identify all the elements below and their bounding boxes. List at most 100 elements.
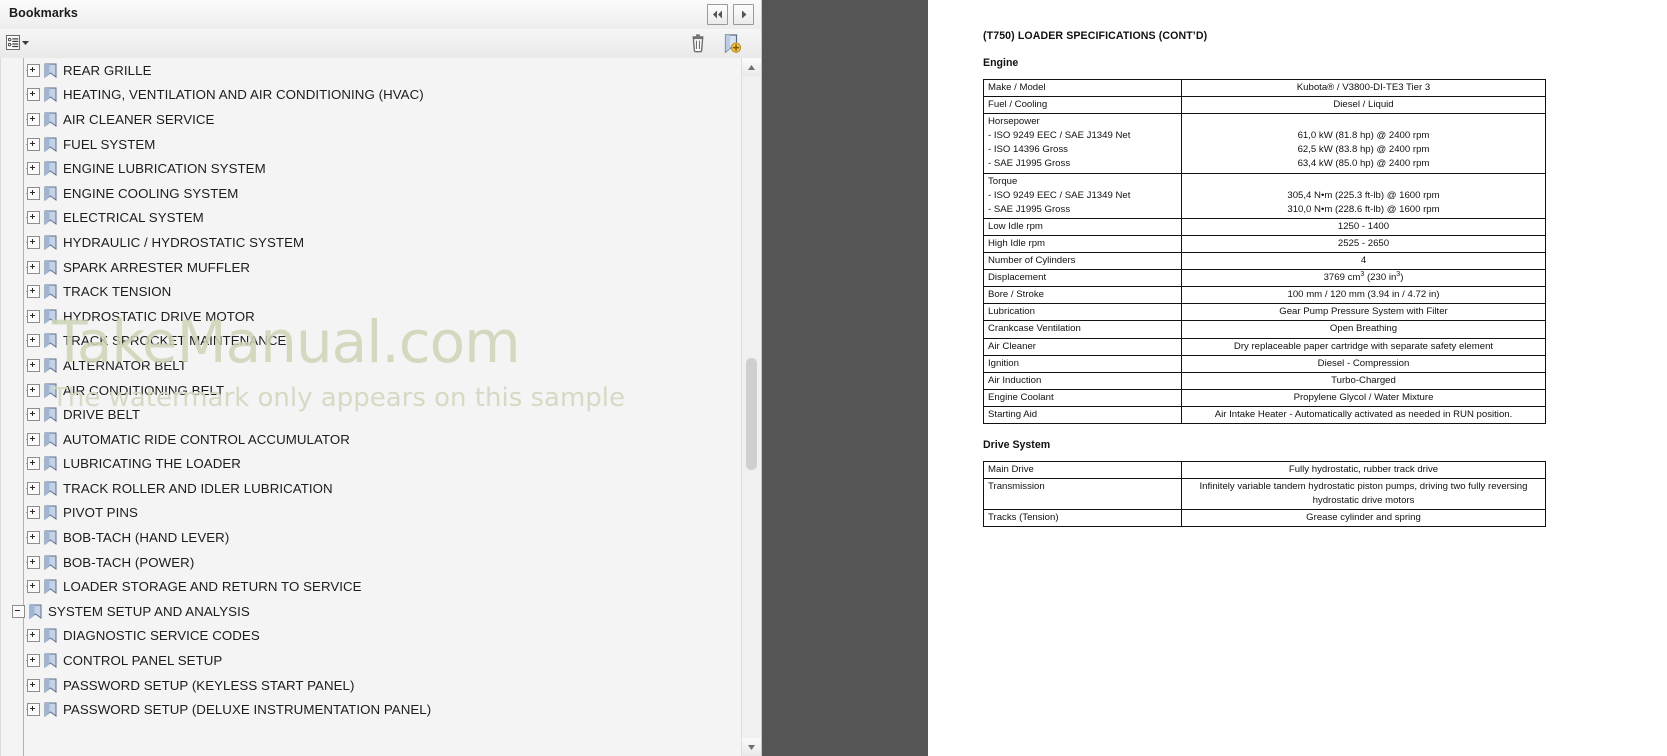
bookmark-item[interactable]: HYDROSTATIC DRIVE MOTOR bbox=[1, 304, 742, 329]
bookmark-item[interactable]: HEATING, VENTILATION AND AIR CONDITIONIN… bbox=[1, 83, 742, 108]
bookmark-item[interactable]: DIAGNOSTIC SERVICE CODES bbox=[1, 624, 742, 649]
expand-toggle-icon[interactable] bbox=[27, 654, 40, 668]
bookmark-item[interactable]: SPARK ARRESTER MUFFLER bbox=[1, 255, 742, 280]
bookmark-ribbon-icon bbox=[44, 260, 57, 275]
bookmark-item[interactable]: CONTROL PANEL SETUP bbox=[1, 648, 742, 673]
new-bookmark-icon[interactable] bbox=[721, 33, 741, 54]
spec-value-cell: 305,4 N•m (225.3 ft-lb) @ 1600 rpm 310,0 … bbox=[1181, 172, 1546, 219]
table-row: Make / Model Kubota® / V3800-DI-TE3 Tier … bbox=[983, 78, 1546, 98]
expand-toggle-icon[interactable] bbox=[27, 112, 40, 126]
expand-toggle-icon[interactable] bbox=[27, 334, 40, 348]
bookmark-item[interactable]: PIVOT PINS bbox=[1, 501, 742, 526]
expand-toggle-icon[interactable] bbox=[27, 629, 40, 643]
expand-toggle-icon[interactable] bbox=[27, 555, 40, 569]
bookmark-label: DIAGNOSTIC SERVICE CODES bbox=[63, 628, 260, 644]
bookmark-item[interactable]: FUEL SYSTEM bbox=[1, 132, 742, 157]
expand-toggle-icon[interactable] bbox=[27, 580, 40, 594]
bookmarks-scroll-region[interactable]: REAR GRILLE HEATING, VENTILATION AND AIR … bbox=[0, 58, 742, 756]
spec-value-cell: Kubota® / V3800-DI-TE3 Tier 3 bbox=[1181, 78, 1546, 98]
bookmark-item[interactable]: ENGINE COOLING SYSTEM bbox=[1, 181, 742, 206]
trash-icon[interactable] bbox=[688, 33, 708, 54]
spec-key-cell: Ignition bbox=[983, 354, 1182, 373]
expand-toggle-icon[interactable] bbox=[27, 678, 40, 692]
expand-toggle-icon[interactable] bbox=[27, 235, 40, 249]
spec-value-cell: Fully hydrostatic, rubber track drive bbox=[1181, 460, 1546, 480]
bookmark-item[interactable]: DRIVE BELT bbox=[1, 402, 742, 427]
spec-key-cell: Lubrication bbox=[983, 303, 1182, 322]
bookmark-ribbon-icon bbox=[44, 284, 57, 300]
bookmark-item[interactable]: ELECTRICAL SYSTEM bbox=[1, 206, 742, 231]
expand-toggle-icon[interactable] bbox=[27, 432, 40, 446]
table-row: Starting Aid Air Intake Heater - Automati… bbox=[983, 405, 1546, 424]
bookmark-ribbon-icon bbox=[44, 653, 57, 669]
table-row: Transmission Infinitely variable tandem h… bbox=[983, 478, 1546, 511]
bookmark-item[interactable]: PASSWORD SETUP (DELUXE INSTRUMENTATION P… bbox=[1, 697, 742, 722]
table-row: Low Idle rpm 1250 - 1400 bbox=[983, 217, 1546, 236]
expand-toggle-icon[interactable] bbox=[27, 285, 40, 299]
bookmark-label: AIR CONDITIONING BELT bbox=[63, 382, 225, 398]
bookmark-ribbon-icon bbox=[44, 579, 57, 595]
bookmark-label: HYDROSTATIC DRIVE MOTOR bbox=[63, 308, 255, 324]
expand-toggle-icon[interactable] bbox=[27, 703, 40, 717]
expand-toggle-icon[interactable] bbox=[27, 137, 40, 151]
bookmark-item[interactable]: TRACK SPROCKET MAINTENANCE bbox=[1, 329, 742, 354]
table-row: Fuel / Cooling Diesel / Liquid bbox=[983, 96, 1546, 115]
expand-toggle-icon[interactable] bbox=[27, 162, 40, 176]
bookmark-item[interactable]: TRACK ROLLER AND IDLER LUBRICATION bbox=[1, 476, 742, 501]
expand-toggle-icon[interactable] bbox=[27, 358, 40, 372]
expand-toggle-icon[interactable] bbox=[27, 309, 40, 323]
spec-value-cell: Propylene Glycol / Water Mixture bbox=[1181, 388, 1546, 407]
bookmark-item[interactable]: SYSTEM SETUP AND ANALYSIS bbox=[1, 599, 742, 624]
spec-value-cell: 3769 cm3 (230 in3) bbox=[1181, 269, 1546, 288]
bookmark-item[interactable]: BOB-TACH (POWER) bbox=[1, 550, 742, 575]
bookmark-item[interactable]: LUBRICATING THE LOADER bbox=[1, 452, 742, 477]
table-row: Ignition Diesel - Compression bbox=[983, 354, 1546, 373]
bookmark-item[interactable]: LOADER STORAGE AND RETURN TO SERVICE bbox=[1, 574, 742, 599]
bookmark-item[interactable]: ENGINE LUBRICATION SYSTEM bbox=[1, 156, 742, 181]
bookmark-item[interactable]: PASSWORD SETUP (KEYLESS START PANEL) bbox=[1, 673, 742, 698]
bookmark-ribbon-icon bbox=[44, 505, 57, 521]
expand-toggle-icon[interactable] bbox=[27, 88, 40, 102]
bookmark-item[interactable]: ALTERNATOR BELT bbox=[1, 353, 742, 378]
bookmark-item[interactable]: BOB-TACH (HAND LEVER) bbox=[1, 525, 742, 550]
bookmark-options-button[interactable] bbox=[6, 35, 30, 50]
bookmark-ribbon-icon bbox=[44, 87, 57, 103]
expand-toggle-icon[interactable] bbox=[27, 457, 40, 471]
spec-key-cell: Engine Coolant bbox=[983, 388, 1182, 407]
document-page: (T750) LOADER SPECIFICATIONS (CONT’D) En… bbox=[928, 0, 1667, 756]
collapse-toggle-icon[interactable] bbox=[12, 604, 25, 618]
bookmark-item[interactable]: AIR CLEANER SERVICE bbox=[1, 107, 742, 132]
expand-toggle-icon[interactable] bbox=[27, 260, 40, 274]
bookmark-item[interactable]: AIR CONDITIONING BELT bbox=[1, 378, 742, 403]
bookmarks-panel: Bookmarks REAR GRILLE HEATING, VENTILATI… bbox=[0, 0, 762, 756]
scroll-down-button[interactable] bbox=[742, 738, 761, 756]
bookmark-label: SYSTEM SETUP AND ANALYSIS bbox=[48, 603, 250, 619]
bookmark-ribbon-icon bbox=[44, 161, 57, 177]
bookmark-ribbon-icon bbox=[44, 383, 57, 398]
expand-toggle-icon[interactable] bbox=[27, 383, 40, 397]
expand-toggle-icon[interactable] bbox=[27, 481, 40, 495]
bookmark-item[interactable]: AUTOMATIC RIDE CONTROL ACCUMULATOR bbox=[1, 427, 742, 452]
bookmark-item[interactable]: HYDRAULIC / HYDROSTATIC SYSTEM bbox=[1, 230, 742, 255]
bookmark-label: TRACK SPROCKET MAINTENANCE bbox=[63, 333, 287, 349]
previous-view-button[interactable] bbox=[707, 4, 728, 25]
bookmark-label: CONTROL PANEL SETUP bbox=[63, 653, 223, 669]
bookmark-label: HYDRAULIC / HYDROSTATIC SYSTEM bbox=[63, 234, 305, 250]
scrollbar-thumb[interactable] bbox=[746, 358, 757, 470]
bookmark-item[interactable]: TRACK TENSION bbox=[1, 279, 742, 304]
next-view-button[interactable] bbox=[733, 4, 754, 25]
scroll-up-button[interactable] bbox=[742, 58, 761, 76]
bookmarks-scrollbar[interactable] bbox=[741, 58, 761, 756]
table-row: Main Drive Fully hydrostatic, rubber trac… bbox=[983, 460, 1546, 480]
expand-toggle-icon[interactable] bbox=[27, 63, 40, 77]
expand-toggle-icon[interactable] bbox=[27, 211, 40, 225]
bookmark-ribbon-icon bbox=[44, 481, 57, 496]
expand-toggle-icon[interactable] bbox=[27, 506, 40, 520]
expand-toggle-icon[interactable] bbox=[27, 408, 40, 422]
expand-toggle-icon[interactable] bbox=[27, 531, 40, 545]
bookmark-label: ELECTRICAL SYSTEM bbox=[63, 210, 204, 226]
spec-key-cell: Torque - ISO 9249 EEC / SAE J1349 Net - SA… bbox=[983, 172, 1182, 219]
bookmark-item[interactable]: REAR GRILLE bbox=[1, 58, 742, 83]
spec-value-cell: Open Breathing bbox=[1181, 320, 1546, 339]
expand-toggle-icon[interactable] bbox=[27, 186, 40, 200]
